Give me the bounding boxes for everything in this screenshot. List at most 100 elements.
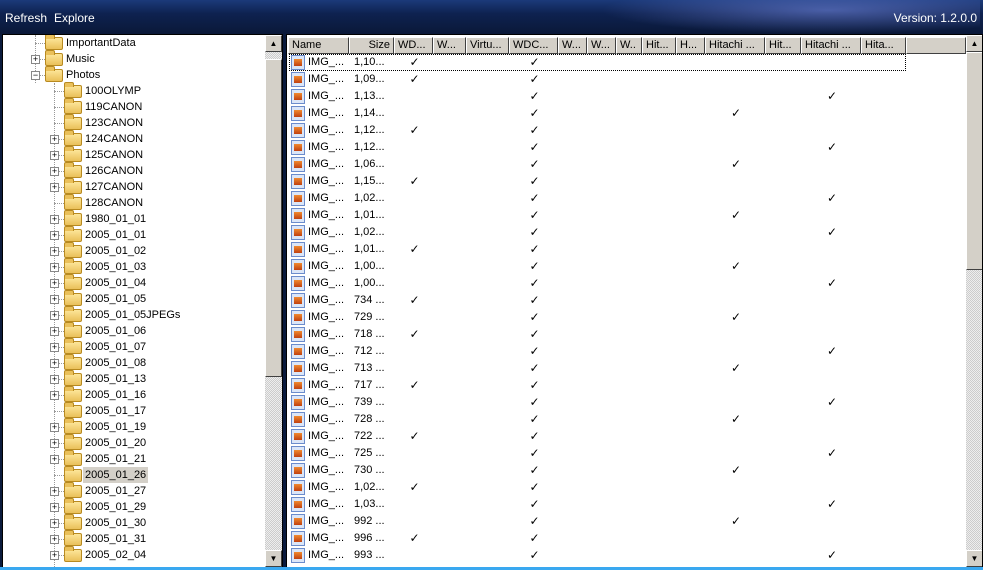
table-row[interactable]: IMG_... 729 ... ✓ ✓ <box>287 309 967 326</box>
table-row[interactable]: IMG_... 1,12... ✓ ✓ <box>287 139 967 156</box>
table-row[interactable]: IMG_... 1,13... ✓ ✓ <box>287 88 967 105</box>
tree-item[interactable]: +127CANON <box>3 178 263 195</box>
scroll-down-button[interactable]: ▼ <box>966 550 982 567</box>
tree-item[interactable]: +2005_01_02 <box>3 242 263 259</box>
expand-icon[interactable]: + <box>50 295 59 304</box>
expand-icon[interactable]: + <box>50 327 59 336</box>
scroll-thumb[interactable] <box>265 59 282 377</box>
tree-item[interactable]: +2005_01_05 <box>3 290 263 307</box>
expand-icon[interactable]: + <box>50 375 59 384</box>
tree-item[interactable]: +2005_01_06 <box>3 322 263 339</box>
table-row[interactable]: IMG_... 1,00... ✓ ✓ <box>287 275 967 292</box>
scroll-up-button[interactable]: ▲ <box>966 35 982 52</box>
column-header[interactable]: Hit... <box>765 37 801 54</box>
tree-item[interactable]: +124CANON <box>3 130 263 147</box>
expand-icon[interactable]: + <box>50 215 59 224</box>
table-row[interactable]: IMG_... 1,10... ✓ ✓ <box>287 54 967 71</box>
table-row[interactable]: IMG_... 1,01... ✓ ✓ <box>287 241 967 258</box>
table-row[interactable]: IMG_... 1,02... ✓ ✓ <box>287 190 967 207</box>
tree-item[interactable]: +125CANON <box>3 146 263 163</box>
expand-icon[interactable]: + <box>50 231 59 240</box>
tree-item[interactable]: +126CANON <box>3 162 263 179</box>
table-row[interactable]: IMG_... 718 ... ✓ ✓ <box>287 326 967 343</box>
tree-item[interactable]: +2005_01_01 <box>3 226 263 243</box>
expand-icon[interactable]: + <box>50 455 59 464</box>
column-header[interactable]: WD... <box>394 37 433 54</box>
expand-icon[interactable]: + <box>50 487 59 496</box>
tree-scrollbar[interactable]: ▲ ▼ <box>265 35 282 567</box>
expand-icon[interactable]: + <box>50 343 59 352</box>
table-row[interactable]: IMG_... 1,09... ✓ ✓ <box>287 71 967 88</box>
tree-item[interactable]: +2005_01_13 <box>3 370 263 387</box>
table-row[interactable]: IMG_... 712 ... ✓ ✓ <box>287 343 967 360</box>
tree-item[interactable]: +2005_01_04 <box>3 274 263 291</box>
tree-item[interactable]: 128CANON <box>3 194 263 211</box>
column-header[interactable]: Name <box>288 37 349 54</box>
tree-item[interactable]: 119CANON <box>3 98 263 115</box>
table-row[interactable]: IMG_... 739 ... ✓ ✓ <box>287 394 967 411</box>
tree-item[interactable]: +2005_01_27 <box>3 482 263 499</box>
table-row[interactable]: IMG_... 728 ... ✓ ✓ <box>287 411 967 428</box>
refresh-menu[interactable]: Refresh <box>5 11 47 25</box>
column-header[interactable]: Virtu... <box>466 37 509 54</box>
list-scrollbar[interactable]: ▲ ▼ <box>966 35 982 567</box>
column-header[interactable]: H... <box>676 37 705 54</box>
column-header[interactable]: Hitachi ... <box>801 37 861 54</box>
tree-item[interactable]: +2005_01_19 <box>3 418 263 435</box>
tree-item[interactable]: +2005_01_08 <box>3 354 263 371</box>
table-row[interactable]: IMG_... 1,06... ✓ ✓ <box>287 156 967 173</box>
expand-icon[interactable]: + <box>50 247 59 256</box>
scroll-thumb[interactable] <box>966 52 982 270</box>
column-header[interactable]: Size <box>349 37 394 54</box>
expand-icon[interactable]: + <box>50 311 59 320</box>
table-row[interactable]: IMG_... 1,14... ✓ ✓ <box>287 105 967 122</box>
tree-item[interactable]: 100OLYMP <box>3 82 263 99</box>
table-row[interactable]: IMG_... 717 ... ✓ ✓ <box>287 377 967 394</box>
tree-item[interactable]: + Music <box>3 50 263 67</box>
expand-icon[interactable]: + <box>50 519 59 528</box>
expand-icon[interactable]: + <box>31 55 40 64</box>
column-header[interactable]: Hita... <box>861 37 906 54</box>
tree-item[interactable]: 123CANON <box>3 114 263 131</box>
table-row[interactable]: IMG_... 992 ... ✓ ✓ <box>287 513 967 530</box>
tree-item[interactable]: +2005_01_20 <box>3 434 263 451</box>
table-row[interactable]: IMG_... 1,01... ✓ ✓ <box>287 207 967 224</box>
tree-item[interactable]: +1980_01_01 <box>3 210 263 227</box>
table-row[interactable]: IMG_... 993 ... ✓ ✓ <box>287 547 967 564</box>
table-row[interactable]: IMG_... 722 ... ✓ ✓ <box>287 428 967 445</box>
column-header[interactable]: W... <box>433 37 466 54</box>
column-header[interactable]: W.. <box>616 37 642 54</box>
tree-item[interactable]: − Photos <box>3 66 263 83</box>
tree-item[interactable]: +2005_01_03 <box>3 258 263 275</box>
column-header[interactable]: Hitachi ... <box>705 37 765 54</box>
table-row[interactable]: IMG_... 730 ... ✓ ✓ <box>287 462 967 479</box>
collapse-icon[interactable]: − <box>31 71 40 80</box>
expand-icon[interactable]: + <box>50 359 59 368</box>
tree-item[interactable]: +2005_01_07 <box>3 338 263 355</box>
table-row[interactable]: IMG_... 734 ... ✓ ✓ <box>287 292 967 309</box>
expand-icon[interactable]: + <box>50 391 59 400</box>
column-header[interactable]: W... <box>587 37 616 54</box>
table-row[interactable]: IMG_... 725 ... ✓ ✓ <box>287 445 967 462</box>
expand-icon[interactable]: + <box>50 551 59 560</box>
expand-icon[interactable]: + <box>50 503 59 512</box>
tree-item[interactable]: +2005_02_04 <box>3 546 263 563</box>
file-list[interactable]: ▲ ▼ Name Size WD... W... Virtu... WDC... W... W… <box>286 34 983 568</box>
table-row[interactable]: IMG_... 1,15... ✓ ✓ <box>287 173 967 190</box>
expand-icon[interactable]: + <box>50 279 59 288</box>
column-header[interactable]: WDC... <box>509 37 558 54</box>
tree-item[interactable]: +2005_01_21 <box>3 450 263 467</box>
table-row[interactable]: IMG_... 713 ... ✓ ✓ <box>287 360 967 377</box>
tree-item[interactable]: +2005_01_29 <box>3 498 263 515</box>
expand-icon[interactable]: + <box>50 183 59 192</box>
folder-tree[interactable]: ▲ ▼ ImportantData + Music − Photos 100OLYMP 11… <box>2 34 283 568</box>
expand-icon[interactable]: + <box>50 151 59 160</box>
expand-icon[interactable]: + <box>50 423 59 432</box>
expand-icon[interactable]: + <box>50 439 59 448</box>
explore-menu[interactable]: Explore <box>54 11 95 25</box>
table-row[interactable]: IMG_... 1,12... ✓ ✓ <box>287 122 967 139</box>
tree-item[interactable]: +2005_01_16 <box>3 386 263 403</box>
column-header[interactable]: Hit... <box>642 37 676 54</box>
expand-icon[interactable]: + <box>50 535 59 544</box>
column-header[interactable]: W... <box>558 37 587 54</box>
